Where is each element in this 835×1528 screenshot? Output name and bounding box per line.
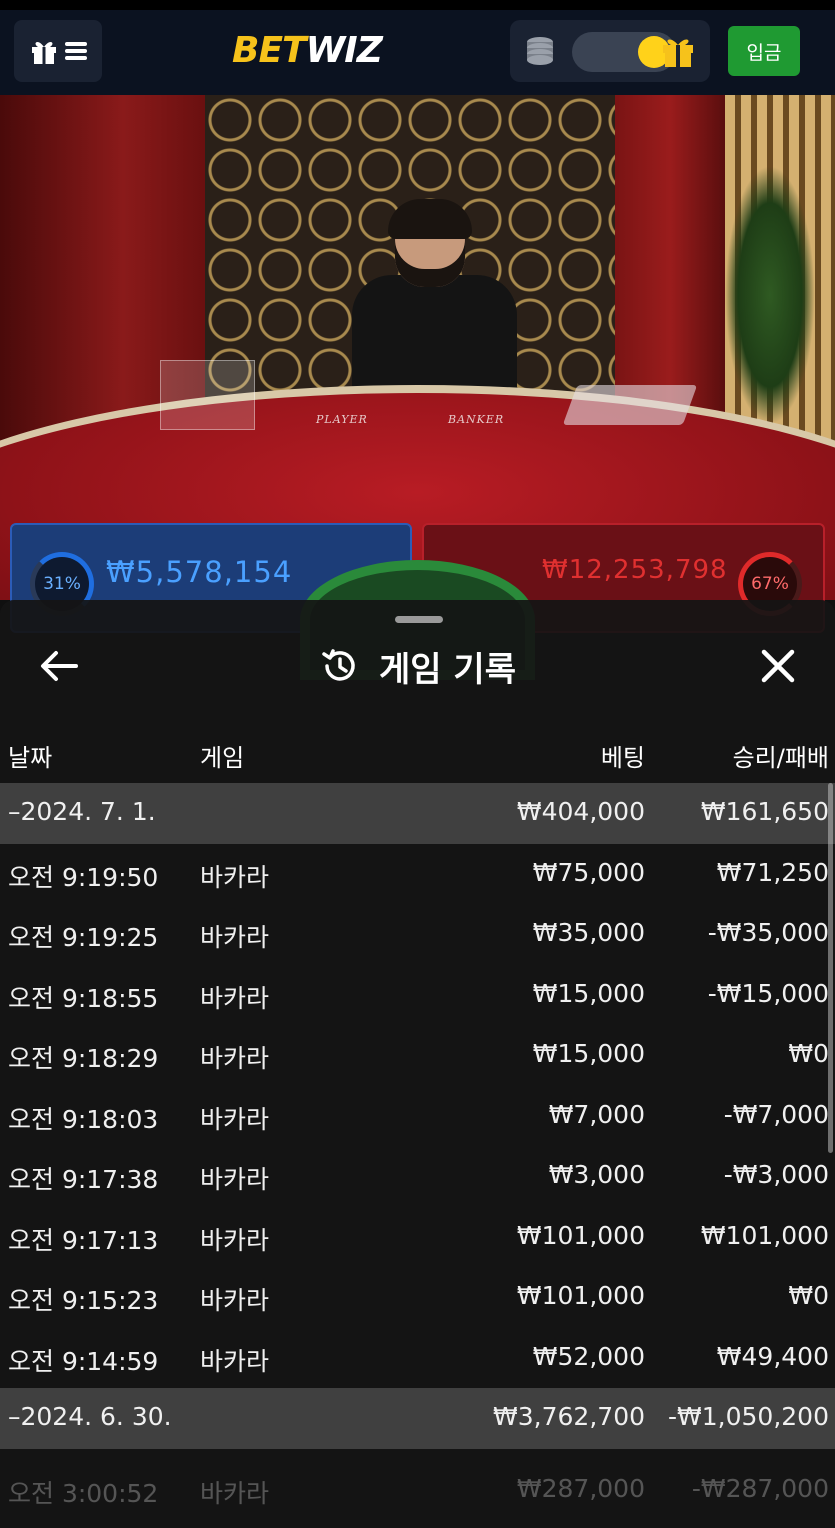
history-icon: [322, 649, 355, 681]
row-time: 오전 9:19:25: [8, 923, 159, 952]
column-header-date[interactable]: 날짜: [8, 738, 52, 773]
history-row[interactable]: 오전 9:18:29 바카라 ₩15,000 ₩0: [0, 1025, 835, 1086]
row-game: 바카라: [200, 1104, 270, 1134]
row-bet: ₩3,000: [548, 1160, 645, 1189]
column-header-bet[interactable]: 베팅: [601, 738, 645, 773]
row-bet: ₩15,000: [532, 978, 645, 1008]
history-row[interactable]: 오전 9:18:03 바카라 ₩7,000 -₩7,000: [0, 1086, 835, 1147]
row-game: 바카라: [200, 983, 270, 1013]
history-row[interactable]: 오전 9:17:13 바카라 ₩101,000 ₩101,000: [0, 1207, 835, 1268]
wallet-widget: [510, 20, 710, 82]
row-time: 오전 9:18:55: [8, 983, 159, 1013]
row-game: 바카라: [200, 1346, 270, 1376]
player-total-amount: ₩5,578,154: [106, 555, 293, 589]
row-win-loss: -₩287,000: [691, 1474, 829, 1503]
partial-history-row[interactable]: 오전 3:00:52 바카라 ₩287,000 -₩287,000: [0, 1460, 835, 1528]
dealer-hair: [388, 199, 472, 239]
column-header-game[interactable]: 게임: [200, 738, 244, 773]
gift-icon[interactable]: [660, 33, 696, 69]
row-win-loss: ₩0: [788, 1039, 829, 1068]
scrollbar[interactable]: [828, 783, 833, 1153]
row-win-loss: ₩71,250: [716, 857, 829, 887]
top-bar: BETWIZ 입금: [0, 0, 835, 95]
banker-total-amount: ₩12,253,798: [542, 555, 728, 585]
row-time: 오전 9:17:13: [8, 1225, 159, 1255]
logo: BETWIZ: [232, 30, 383, 71]
history-row[interactable]: 오전 9:17:38 바카라 ₩3,000 -₩3,000: [0, 1146, 835, 1207]
date-group-row[interactable]: –2024. 7. 1. ₩404,000 ₩161,650: [0, 783, 835, 844]
row-bet: ₩7,000: [548, 1099, 645, 1129]
row-bet: ₩52,000: [532, 1341, 645, 1371]
coins-icon[interactable]: [522, 34, 558, 68]
group-win-total: ₩161,650: [700, 797, 829, 826]
row-win-loss: -₩15,000: [707, 978, 829, 1008]
row-win-loss: -₩35,000: [707, 918, 829, 947]
card-shoe: [562, 385, 698, 425]
logo-bet: BET: [232, 30, 307, 71]
deposit-button[interactable]: 입금: [728, 26, 800, 76]
history-row[interactable]: 오전 9:19:25 바카라 ₩35,000 -₩35,000: [0, 904, 835, 965]
sheet-header: 게임 기록: [0, 640, 835, 692]
row-win-loss: -₩7,000: [723, 1099, 829, 1129]
row-bet: ₩15,000: [532, 1039, 645, 1068]
row-time: 오전 9:14:59: [8, 1346, 159, 1376]
row-time: 오전 9:18:29: [8, 1044, 159, 1073]
menu-button[interactable]: [14, 20, 102, 82]
sheet-title: 게임 기록: [379, 649, 516, 690]
sheet-drag-handle[interactable]: [395, 616, 443, 623]
row-win-loss: ₩0: [788, 1281, 829, 1310]
group-bet-total: ₩3,762,700: [493, 1402, 645, 1431]
row-game: 바카라: [200, 923, 270, 952]
row-win-loss: ₩101,000: [700, 1220, 829, 1250]
row-time: 오전 9:15:23: [8, 1286, 159, 1315]
row-time: 오전 9:18:03: [8, 1104, 159, 1134]
menu-icon: [65, 42, 87, 60]
row-bet: ₩75,000: [532, 857, 645, 887]
history-row[interactable]: 오전 9:18:55 바카라 ₩15,000 -₩15,000: [0, 965, 835, 1026]
history-row[interactable]: 오전 9:19:50 바카라 ₩75,000 ₩71,250: [0, 844, 835, 905]
history-row[interactable]: 오전 9:15:23 바카라 ₩101,000 ₩0: [0, 1267, 835, 1328]
row-game: 바카라: [200, 1165, 270, 1194]
row-time: 오전 3:00:52: [8, 1479, 159, 1508]
gift-icon: [32, 41, 56, 64]
row-bet: ₩101,000: [516, 1220, 645, 1250]
row-bet: ₩287,000: [516, 1474, 645, 1503]
row-bet: ₩35,000: [532, 918, 645, 947]
row-bet: ₩101,000: [516, 1281, 645, 1310]
history-list: –2024. 7. 1. ₩404,000 ₩161,650 오전 9:19:5…: [0, 783, 835, 1449]
table-player-label: PLAYER: [316, 413, 368, 426]
plant: [725, 165, 815, 425]
game-history-sheet: 게임 기록 날짜 게임 베팅 승리/패배 –2024. 7. 1. ₩404,0…: [0, 600, 835, 1528]
date-group-row[interactable]: –2024. 6. 30. ₩3,762,700 -₩1,050,200: [0, 1388, 835, 1449]
close-icon[interactable]: [756, 644, 800, 688]
row-win-loss: -₩3,000: [723, 1160, 829, 1189]
group-date: –2024. 6. 30.: [8, 1402, 172, 1431]
row-time: 오전 9:19:50: [8, 862, 159, 892]
row-time: 오전 9:17:38: [8, 1165, 159, 1194]
row-game: 바카라: [200, 1225, 270, 1255]
column-header-win-loss[interactable]: 승리/패배: [733, 738, 829, 773]
discard-tray: [160, 360, 255, 430]
logo-wiz: WIZ: [305, 30, 383, 71]
row-game: 바카라: [200, 862, 270, 892]
group-win-total: -₩1,050,200: [668, 1402, 829, 1431]
row-game: 바카라: [200, 1479, 270, 1508]
group-date: –2024. 7. 1.: [8, 797, 156, 826]
row-win-loss: ₩49,400: [716, 1341, 829, 1371]
group-bet-total: ₩404,000: [516, 797, 645, 826]
history-row[interactable]: 오전 9:14:59 바카라 ₩52,000 ₩49,400: [0, 1328, 835, 1389]
row-game: 바카라: [200, 1286, 270, 1315]
table-banker-label: BANKER: [448, 413, 505, 426]
row-game: 바카라: [200, 1044, 270, 1073]
